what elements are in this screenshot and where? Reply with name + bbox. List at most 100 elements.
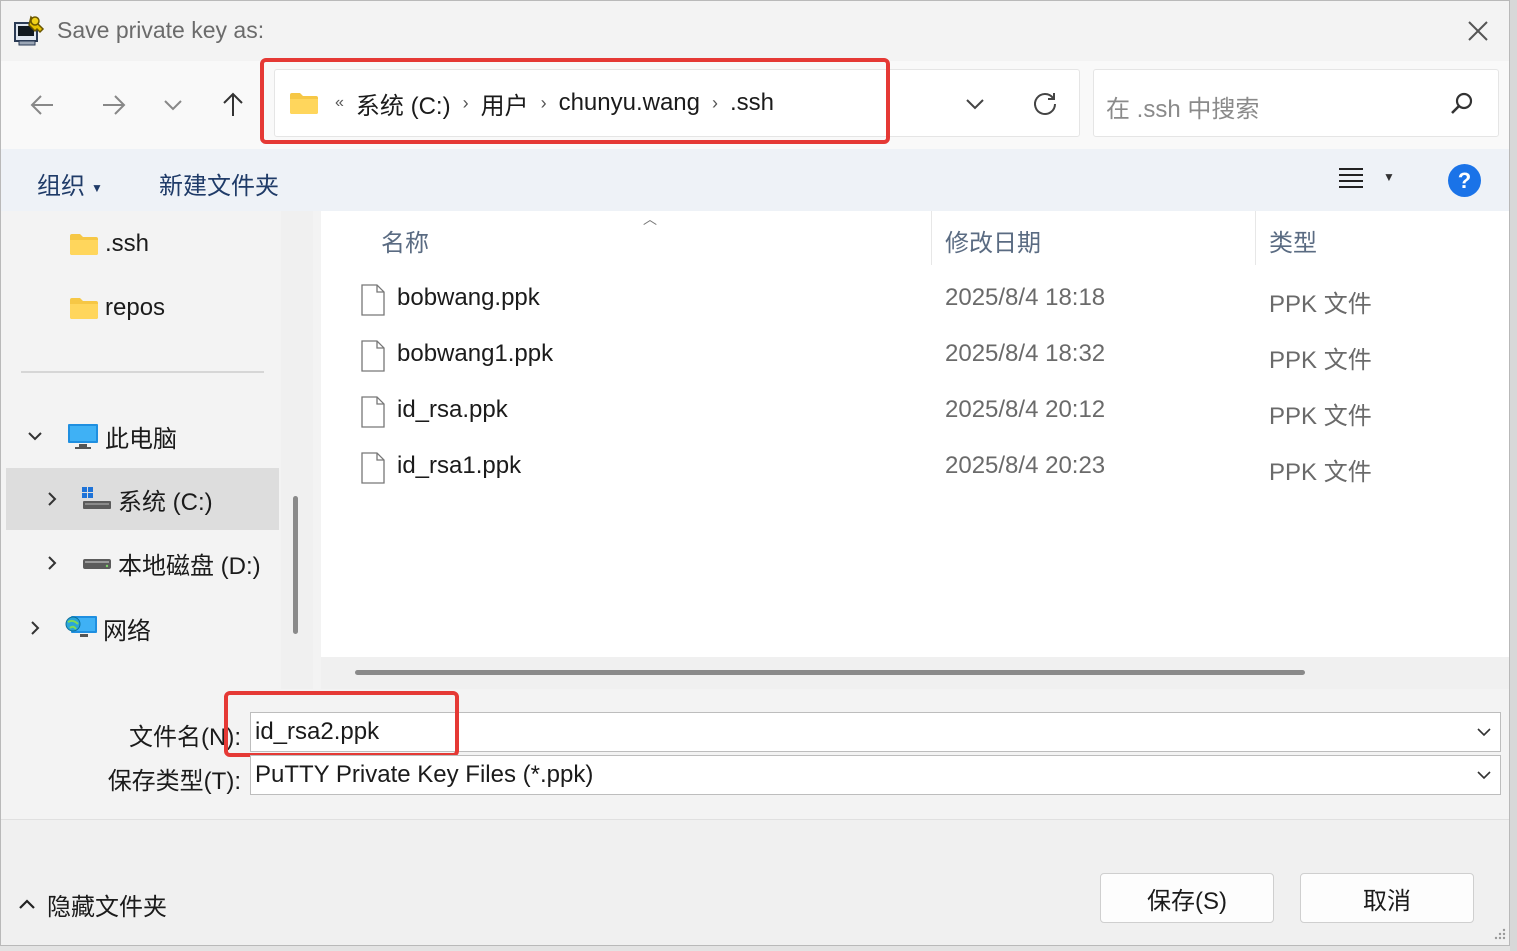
save-dialog: Save private key as: « 系统 (C:) › 用户 › ch… xyxy=(0,0,1510,946)
back-button[interactable] xyxy=(23,85,63,125)
sidebar-item-label: 本地磁盘 (D:) xyxy=(118,552,261,580)
chevron-right-icon[interactable]: › xyxy=(704,93,726,114)
monitor-icon xyxy=(68,424,98,449)
sort-ascending-icon: ︿ xyxy=(643,211,657,227)
network-icon xyxy=(65,616,97,637)
sidebar-item-label: 系统 (C:) xyxy=(118,488,213,516)
table-row[interactable]: bobwang1.ppk 2025/8/4 18:32 PPK 文件 xyxy=(341,328,1501,384)
chevron-up-icon xyxy=(19,898,35,909)
sidebar-item-repos[interactable]: repos xyxy=(69,277,269,339)
caret-down-icon: ▼ xyxy=(91,180,103,195)
refresh-icon xyxy=(1034,93,1056,115)
file-type: PPK 文件 xyxy=(1269,403,1372,430)
file-date: 2025/8/4 18:32 xyxy=(945,340,1106,367)
sidebar-item-label: repos xyxy=(105,294,166,321)
sidebar-item-label: 网络 xyxy=(103,617,151,645)
file-date: 2025/8/4 20:23 xyxy=(945,452,1106,479)
column-divider[interactable] xyxy=(931,211,932,265)
breadcrumb-user-folder[interactable]: chunyu.wang xyxy=(555,89,704,117)
filetype-label: 保存类型(T): xyxy=(107,768,241,795)
cancel-button[interactable]: 取消 xyxy=(1300,873,1474,923)
pane-divider xyxy=(21,371,264,373)
table-row[interactable]: id_rsa1.ppk 2025/8/4 20:23 PPK 文件 xyxy=(341,440,1501,496)
arrow-up-icon xyxy=(223,92,243,116)
sidebar-item-system-drive[interactable]: 系统 (C:) xyxy=(6,468,279,530)
drive-icon xyxy=(83,559,111,569)
save-form xyxy=(1,689,1509,819)
navigation-pane-scroll-thumb[interactable] xyxy=(293,496,298,634)
chevron-down-icon[interactable] xyxy=(25,427,45,445)
arrow-right-icon xyxy=(103,95,126,115)
table-row[interactable]: bobwang.ppk 2025/8/4 18:18 PPK 文件 xyxy=(341,272,1501,328)
address-history-dropdown[interactable] xyxy=(955,84,995,124)
arrow-left-icon xyxy=(30,95,53,115)
forward-button[interactable] xyxy=(93,85,133,125)
sidebar-item-network[interactable]: 网络 xyxy=(25,597,275,659)
breadcrumb-ssh[interactable]: .ssh xyxy=(726,89,778,117)
file-icon xyxy=(361,452,385,484)
column-header-date[interactable]: 修改日期 xyxy=(945,223,1041,258)
navigation-pane: .ssh repos 此电脑 系统 (C:) 本地磁盘 (D:) 网络 xyxy=(1,211,281,689)
chevron-right-icon[interactable]: › xyxy=(533,93,555,114)
chevron-down-icon xyxy=(164,100,182,111)
table-row[interactable]: id_rsa.ppk 2025/8/4 20:12 PPK 文件 xyxy=(341,384,1501,440)
chevron-down-icon[interactable] xyxy=(1468,767,1500,783)
chevron-right-icon[interactable] xyxy=(42,554,62,572)
hide-folders-toggle[interactable]: 隐藏文件夹 xyxy=(17,887,167,922)
folder-icon xyxy=(70,234,98,255)
breadcrumb-overflow[interactable]: « xyxy=(325,94,352,112)
system-drive-icon xyxy=(82,487,111,509)
breadcrumb: « 系统 (C:) › 用户 › chunyu.wang › .ssh xyxy=(289,70,778,136)
file-name: id_rsa.ppk xyxy=(397,396,508,423)
view-options-button[interactable]: ▼ xyxy=(1337,165,1395,189)
chevron-down-icon[interactable] xyxy=(1468,724,1500,740)
organize-label: 组织 xyxy=(37,173,85,200)
sidebar-item-local-disk-d[interactable]: 本地磁盘 (D:) xyxy=(6,532,279,594)
chevron-right-icon[interactable] xyxy=(42,490,62,508)
file-date: 2025/8/4 18:18 xyxy=(945,284,1106,311)
column-header-type[interactable]: 类型 xyxy=(1269,223,1317,258)
new-folder-button[interactable]: 新建文件夹 xyxy=(159,166,279,201)
search-icon[interactable] xyxy=(1448,90,1476,118)
filetype-select[interactable]: PuTTY Private Key Files (*.ppk) xyxy=(250,755,1501,795)
chevron-right-icon[interactable]: › xyxy=(455,93,477,114)
chevron-right-icon[interactable] xyxy=(25,619,45,637)
file-name: id_rsa1.ppk xyxy=(397,452,522,479)
chevron-down-icon xyxy=(966,99,984,110)
recent-locations-button[interactable] xyxy=(153,85,193,125)
sidebar-item-this-pc[interactable]: 此电脑 xyxy=(25,405,275,467)
resize-grip-icon[interactable] xyxy=(1489,925,1507,943)
column-header-name[interactable]: 名称 xyxy=(381,223,429,258)
putty-key-icon xyxy=(14,15,45,46)
filetype-value: PuTTY Private Key Files (*.ppk) xyxy=(255,761,594,788)
breadcrumb-system-drive[interactable]: 系统 (C:) xyxy=(352,86,455,121)
filename-input[interactable]: id_rsa2.ppk xyxy=(250,712,1501,752)
file-type: PPK 文件 xyxy=(1269,459,1372,486)
save-button[interactable]: 保存(S) xyxy=(1100,873,1274,923)
caret-down-icon: ▼ xyxy=(1383,170,1395,184)
sidebar-item-label: .ssh xyxy=(105,230,150,257)
breadcrumb-users[interactable]: 用户 xyxy=(477,86,533,121)
sidebar-item-label: 此电脑 xyxy=(105,425,177,453)
address-bar[interactable]: « 系统 (C:) › 用户 › chunyu.wang › .ssh xyxy=(274,69,1080,137)
horizontal-scroll-thumb[interactable] xyxy=(355,670,1305,675)
organize-menu[interactable]: 组织 ▼ xyxy=(37,166,103,201)
search-input[interactable]: 在 .ssh 中搜索 xyxy=(1093,69,1499,137)
folder-icon xyxy=(290,93,318,114)
refresh-button[interactable] xyxy=(1025,84,1065,124)
column-divider[interactable] xyxy=(1255,211,1256,265)
hide-folders-label: 隐藏文件夹 xyxy=(47,894,167,921)
close-icon xyxy=(1468,21,1488,41)
filename-label: 文件名(N): xyxy=(129,724,241,751)
dialog-footer xyxy=(1,819,1509,945)
file-icon xyxy=(361,284,385,316)
background-window-edge xyxy=(1510,0,1517,951)
sidebar-item-ssh[interactable]: .ssh xyxy=(69,213,269,275)
file-name: bobwang1.ppk xyxy=(397,340,554,367)
up-button[interactable] xyxy=(213,85,253,125)
filename-value[interactable]: id_rsa2.ppk xyxy=(251,718,1468,746)
help-button[interactable]: ? xyxy=(1448,164,1481,197)
file-type: PPK 文件 xyxy=(1269,347,1372,374)
folder-icon xyxy=(70,298,98,319)
close-button[interactable] xyxy=(1456,11,1500,51)
